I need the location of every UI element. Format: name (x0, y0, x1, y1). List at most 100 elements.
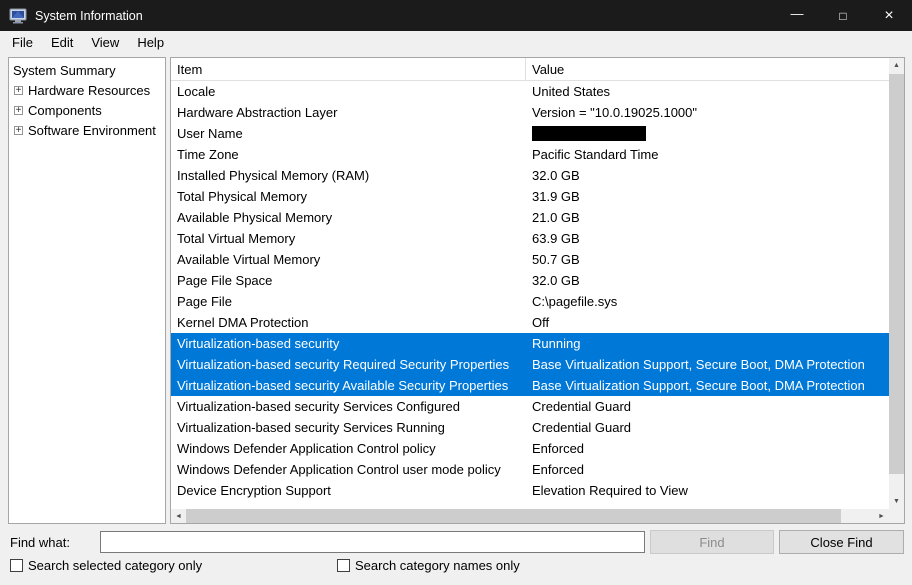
table-row-selected[interactable]: Virtualization-based security Running (171, 333, 889, 354)
minimize-button[interactable]: — (774, 0, 820, 31)
table-row-selected[interactable]: Virtualization-based security Required S… (171, 354, 889, 375)
app-icon (9, 7, 27, 25)
table-row[interactable]: Page File Space 32.0 GB (171, 270, 889, 291)
expand-icon[interactable]: + (14, 106, 23, 115)
item-cell: Available Virtual Memory (171, 249, 526, 270)
item-cell: Total Physical Memory (171, 186, 526, 207)
system-information-window: System Information — □ × File Edit View … (0, 0, 912, 585)
find-button[interactable]: Find (650, 530, 774, 554)
table-row[interactable]: Virtualization-based security Services R… (171, 417, 889, 438)
tree-item-system-summary[interactable]: System Summary (9, 60, 165, 80)
item-cell: Virtualization-based security Required S… (171, 354, 526, 375)
tree-item-label: Components (28, 103, 102, 118)
item-cell: Total Virtual Memory (171, 228, 526, 249)
item-cell: Virtualization-based security Available … (171, 375, 526, 396)
value-cell: 32.0 GB (526, 165, 889, 186)
table-row[interactable]: Kernel DMA Protection Off (171, 312, 889, 333)
item-cell: Locale (171, 81, 526, 102)
table-row[interactable]: Hardware Abstraction Layer Version = "10… (171, 102, 889, 123)
value-cell: Base Virtualization Support, Secure Boot… (526, 354, 889, 375)
vertical-scroll-thumb[interactable] (889, 74, 904, 474)
close-find-button[interactable]: Close Find (779, 530, 904, 554)
value-cell: Credential Guard (526, 396, 889, 417)
table-row[interactable]: Total Physical Memory 31.9 GB (171, 186, 889, 207)
find-what-label: Find what: (10, 535, 70, 550)
find-input[interactable] (100, 531, 645, 553)
table-row[interactable]: Total Virtual Memory 63.9 GB (171, 228, 889, 249)
tree-item-hardware-resources[interactable]: + Hardware Resources (9, 80, 165, 100)
item-cell: Windows Defender Application Control pol… (171, 438, 526, 459)
scroll-down-icon[interactable]: ▼ (889, 494, 904, 509)
list-header: Item Value (171, 58, 889, 81)
table-row[interactable]: Windows Defender Application Control pol… (171, 438, 889, 459)
table-row-selected[interactable]: Virtualization-based security Available … (171, 375, 889, 396)
value-cell: Base Virtualization Support, Secure Boot… (526, 375, 889, 396)
scroll-right-icon[interactable]: ► (874, 509, 889, 523)
menu-view[interactable]: View (82, 32, 128, 53)
column-header-item[interactable]: Item (171, 58, 526, 80)
value-cell: 63.9 GB (526, 228, 889, 249)
expand-icon[interactable]: + (14, 86, 23, 95)
tree-item-label: Software Environment (28, 123, 156, 138)
item-cell: Available Physical Memory (171, 207, 526, 228)
value-cell: Off (526, 312, 889, 333)
value-cell: Enforced (526, 438, 889, 459)
search-selected-category-option[interactable]: Search selected category only (10, 558, 202, 573)
value-cell: Enforced (526, 459, 889, 480)
menu-file[interactable]: File (3, 32, 42, 53)
value-cell: Elevation Required to View (526, 480, 889, 501)
menu-help[interactable]: Help (128, 32, 173, 53)
scroll-up-icon[interactable]: ▲ (889, 58, 904, 73)
item-cell: Hardware Abstraction Layer (171, 102, 526, 123)
menu-edit[interactable]: Edit (42, 32, 82, 53)
table-row[interactable]: User Name (171, 123, 889, 144)
item-cell: User Name (171, 123, 526, 144)
table-row[interactable]: Available Virtual Memory 50.7 GB (171, 249, 889, 270)
value-cell: United States (526, 81, 889, 102)
item-cell: Virtualization-based security Services R… (171, 417, 526, 438)
table-row[interactable]: Windows Defender Application Control use… (171, 459, 889, 480)
value-cell: 50.7 GB (526, 249, 889, 270)
column-header-value[interactable]: Value (526, 58, 889, 80)
value-cell (526, 123, 889, 144)
item-cell: Virtualization-based security Services C… (171, 396, 526, 417)
table-row[interactable]: Installed Physical Memory (RAM) 32.0 GB (171, 165, 889, 186)
scroll-left-icon[interactable]: ◄ (171, 509, 186, 523)
table-row[interactable]: Page File C:\pagefile.sys (171, 291, 889, 312)
redacted-user-name (532, 126, 646, 141)
horizontal-scrollbar[interactable]: ◄ ► (171, 509, 889, 523)
value-cell: Running (526, 333, 889, 354)
vertical-scrollbar[interactable]: ▲ ▼ (889, 58, 904, 509)
tree-item-label: Hardware Resources (28, 83, 150, 98)
search-category-names-checkbox[interactable] (337, 559, 350, 572)
value-cell: C:\pagefile.sys (526, 291, 889, 312)
item-cell: Virtualization-based security (171, 333, 526, 354)
table-row[interactable]: Virtualization-based security Services C… (171, 396, 889, 417)
value-cell: Pacific Standard Time (526, 144, 889, 165)
close-button[interactable]: × (866, 0, 912, 31)
titlebar: System Information — □ × (0, 0, 912, 31)
search-category-names-label: Search category names only (355, 558, 520, 573)
horizontal-scroll-thumb[interactable] (186, 509, 841, 523)
table-row[interactable]: Device Encryption Support Elevation Requ… (171, 480, 889, 501)
table-row[interactable]: Locale United States (171, 81, 889, 102)
detail-list: Item Value Locale United States Hardware… (170, 57, 905, 524)
window-title: System Information (35, 9, 143, 23)
table-row[interactable]: Time Zone Pacific Standard Time (171, 144, 889, 165)
value-cell: 21.0 GB (526, 207, 889, 228)
menubar: File Edit View Help (0, 31, 912, 54)
tree-item-components[interactable]: + Components (9, 100, 165, 120)
item-cell: Time Zone (171, 144, 526, 165)
expand-icon[interactable]: + (14, 126, 23, 135)
search-category-names-option[interactable]: Search category names only (337, 558, 520, 573)
maximize-button[interactable]: □ (820, 0, 866, 31)
item-cell: Page File Space (171, 270, 526, 291)
search-selected-category-checkbox[interactable] (10, 559, 23, 572)
value-cell: Credential Guard (526, 417, 889, 438)
value-cell: Version = "10.0.19025.1000" (526, 102, 889, 123)
list-rows: Locale United States Hardware Abstractio… (171, 81, 889, 501)
tree-item-software-environment[interactable]: + Software Environment (9, 120, 165, 140)
window-controls: — □ × (774, 0, 912, 31)
search-options-row: Search selected category only Search cat… (0, 558, 912, 580)
table-row[interactable]: Available Physical Memory 21.0 GB (171, 207, 889, 228)
